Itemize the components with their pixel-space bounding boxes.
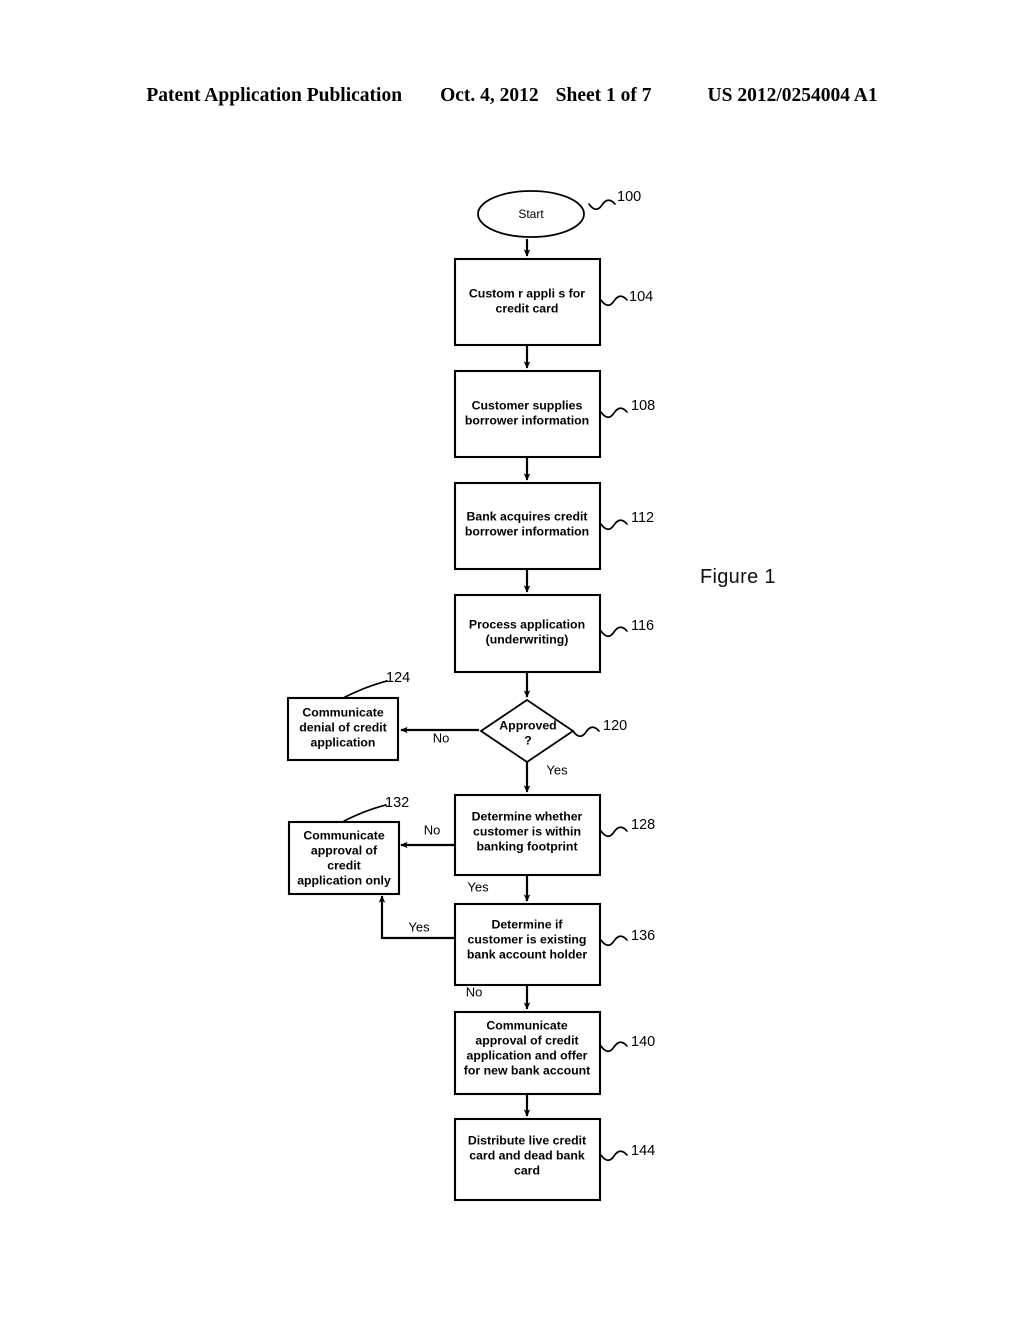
leader-line-124 xyxy=(344,680,388,698)
node-footprint-line-2: banking footprint xyxy=(476,839,577,853)
node-process-line-1: (underwriting) xyxy=(486,632,569,646)
node-distribute-line-2: card xyxy=(514,1163,540,1177)
node-acquires-line-0: Bank acquires credit xyxy=(467,509,588,523)
leader-line-144 xyxy=(600,1150,628,1162)
node-supplies-line-0: Customer supplies xyxy=(472,398,583,412)
leader-line-104 xyxy=(600,295,628,307)
node-apply-line-0: Custom r appli s for xyxy=(469,286,585,300)
node-existing-holder-line-1: customer is existing xyxy=(468,932,587,946)
node-footprint-line-0: Determine whether xyxy=(472,809,583,823)
ref-numeral-104: 104 xyxy=(629,289,653,305)
ref-numeral-144: 144 xyxy=(631,1143,655,1159)
ref-numeral-112: 112 xyxy=(631,510,654,526)
node-distribute-cards[interactable]: Distribute live credit card and dead ban… xyxy=(453,1117,655,1202)
leader-line-100 xyxy=(588,199,616,211)
ref-numeral-140: 140 xyxy=(631,1034,655,1050)
node-determine-existing-holder[interactable]: Determine if customer is existing bank a… xyxy=(408,902,655,999)
node-process-line-0: Process application xyxy=(469,617,585,631)
node-approval-offer-line-3: for new bank account xyxy=(464,1063,590,1077)
ref-numeral-116: 116 xyxy=(631,618,654,634)
node-determine-footprint[interactable]: Determine whether customer is within ban… xyxy=(424,793,656,894)
node-existing-holder-line-2: bank account holder xyxy=(467,947,587,961)
leader-line-132 xyxy=(343,804,387,822)
node-bank-acquires-info[interactable]: Bank acquires credit borrower informatio… xyxy=(453,481,654,571)
node-apply-line-1: credit card xyxy=(496,301,559,315)
node-approved-line-0: Approved xyxy=(499,718,556,732)
node-footprint-line-1: customer is within xyxy=(473,824,581,838)
ref-numeral-100: 100 xyxy=(617,189,641,205)
edge-label-footprint-yes: Yes xyxy=(467,879,489,894)
node-process-application[interactable]: Process application (underwriting) 116 xyxy=(453,593,654,674)
node-communicate-approval-only[interactable]: Communicate approval of credit applicati… xyxy=(287,795,409,896)
node-approval-only-line-1: approval of xyxy=(311,843,378,857)
node-start-line-0: Start xyxy=(518,207,544,221)
node-customer-supplies-info[interactable]: Customer supplies borrower information 1… xyxy=(453,369,655,459)
leader-line-116 xyxy=(600,626,628,638)
node-approved-decision[interactable]: Approved ? 120 No Yes xyxy=(433,698,628,777)
leader-line-136 xyxy=(600,935,628,947)
ref-numeral-132: 132 xyxy=(385,795,409,811)
node-approval-offer-line-2: application and offer xyxy=(467,1048,588,1062)
node-distribute-line-1: card and dead bank xyxy=(469,1148,585,1162)
flowchart-diagram: Start 100 Custom r appli s for credit ca… xyxy=(286,189,656,1202)
node-approval-only-line-2: credit xyxy=(327,858,361,872)
node-distribute-line-0: Distribute live credit xyxy=(468,1133,586,1147)
edge-label-footprint-no: No xyxy=(424,822,441,837)
node-denial-line-0: Communicate xyxy=(302,705,383,719)
node-apply-for-credit-card[interactable]: Custom r appli s for credit card 104 xyxy=(453,257,653,347)
leader-line-128 xyxy=(600,826,628,838)
node-denial-line-1: denial of credit xyxy=(299,720,386,734)
node-denial-line-2: application xyxy=(311,735,376,749)
node-communicate-denial[interactable]: Communicate denial of credit application… xyxy=(286,670,410,762)
node-approved-line-1: ? xyxy=(524,733,532,747)
node-acquires-line-1: borrower information xyxy=(465,524,589,538)
node-approval-only-line-3: application only xyxy=(297,873,391,887)
leader-line-120 xyxy=(572,726,600,738)
node-approval-offer-line-0: Communicate xyxy=(486,1018,567,1032)
node-supplies-line-1: borrower information xyxy=(465,413,589,427)
edge-label-holder-yes: Yes xyxy=(408,919,430,934)
ref-numeral-128: 128 xyxy=(631,817,655,833)
node-approval-only-line-0: Communicate xyxy=(303,828,384,842)
edge-label-holder-no: No xyxy=(466,984,483,999)
ref-numeral-124: 124 xyxy=(386,670,410,686)
leader-line-108 xyxy=(600,407,628,419)
ref-numeral-120: 120 xyxy=(603,718,627,734)
node-communicate-approval-and-offer[interactable]: Communicate approval of credit applicati… xyxy=(453,1010,655,1096)
node-approval-offer-line-1: approval of credit xyxy=(475,1033,578,1047)
node-start[interactable]: Start 100 xyxy=(477,189,641,238)
leader-line-140 xyxy=(600,1041,628,1053)
ref-numeral-108: 108 xyxy=(631,398,655,414)
node-existing-holder-line-0: Determine if xyxy=(491,917,563,931)
edge-label-approved-no: No xyxy=(433,730,450,745)
edge-label-approved-yes: Yes xyxy=(546,762,568,777)
ref-numeral-136: 136 xyxy=(631,928,655,944)
leader-line-112 xyxy=(600,519,628,531)
